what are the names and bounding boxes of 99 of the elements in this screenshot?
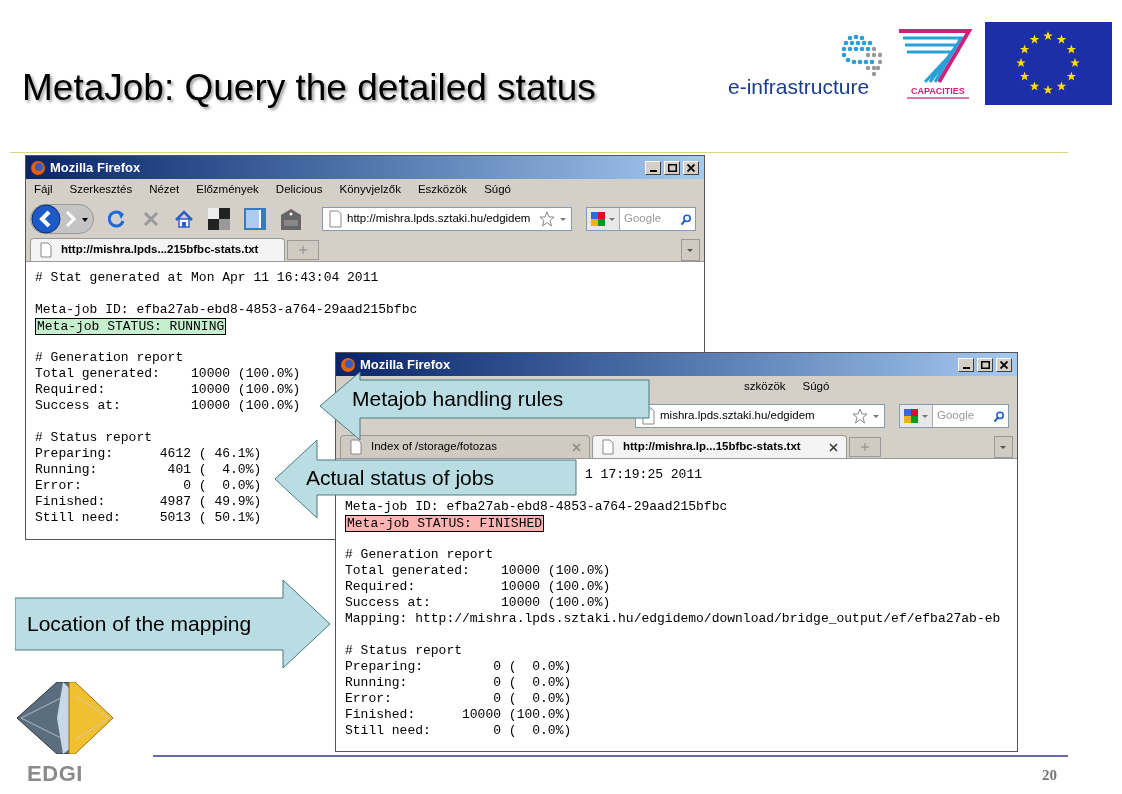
text-line: Required: 10000 (100.0%) bbox=[35, 382, 301, 397]
logo-text: EDGI bbox=[27, 760, 83, 788]
close-icon[interactable] bbox=[829, 442, 838, 452]
address-bar[interactable]: http://mishra.lpds.sztaki.hu/edgidem bbox=[322, 207, 572, 231]
callout-label: Location of the mapping bbox=[27, 611, 252, 638]
back-icon bbox=[31, 204, 61, 234]
maximize-button[interactable] bbox=[977, 357, 993, 372]
caret-icon[interactable] bbox=[872, 412, 880, 420]
text-line: # Generation report bbox=[345, 547, 494, 562]
search-input[interactable]: Google bbox=[937, 407, 989, 425]
text-line: Required: 10000 (100.0%) bbox=[345, 579, 611, 594]
text-line: Preparing: 4612 ( 46.1%) bbox=[35, 446, 262, 461]
caret-icon[interactable] bbox=[921, 412, 929, 420]
search-field[interactable]: Google bbox=[586, 207, 696, 231]
caret-icon[interactable] bbox=[608, 215, 616, 223]
search-field[interactable]: Google bbox=[899, 404, 1009, 428]
browser-tab[interactable]: http://mishra.lp...15bfbc-stats.txt bbox=[592, 435, 847, 458]
search-input[interactable]: Google bbox=[624, 210, 676, 228]
window-title: Mozilla Firefox bbox=[360, 355, 451, 374]
window-title: Mozilla Firefox bbox=[50, 158, 141, 177]
callout-label: Actual status of jobs bbox=[306, 464, 494, 491]
minimize-icon bbox=[962, 366, 970, 369]
text-line: Running: 0 ( 0.0%) bbox=[345, 675, 572, 690]
slide-title: MetaJob: Query the detailed status bbox=[22, 66, 596, 110]
text-line: Meta-job ID: efba27ab-ebd8-4853-a764-29aad215bfbc bbox=[345, 499, 728, 514]
tab-label: Index of /storage/fotozas bbox=[371, 439, 497, 455]
menu-item[interactable]: Nézet bbox=[149, 181, 180, 199]
url-text: http://mishra.lpds.sztaki.hu/edgidem bbox=[347, 211, 531, 227]
text-line: Finished: 4987 ( 49.9%) bbox=[35, 494, 262, 509]
search-icon[interactable] bbox=[680, 211, 691, 227]
menu-item[interactable]: Súgó bbox=[484, 181, 511, 199]
close-button[interactable] bbox=[996, 357, 1012, 372]
text-line: # Status report bbox=[35, 430, 153, 445]
minimize-icon bbox=[649, 169, 657, 172]
address-bar[interactable]: mishra.lpds.sztaki.hu/edgidem bbox=[635, 404, 885, 428]
maximize-icon bbox=[667, 163, 677, 172]
text-line: Still need: 0 ( 0.0%) bbox=[345, 723, 572, 738]
menu-item[interactable]: Delicious bbox=[275, 181, 323, 199]
text-line: # Generation report bbox=[35, 350, 184, 365]
close-icon bbox=[687, 163, 695, 172]
menu-item[interactable]: Előzmények bbox=[196, 181, 259, 199]
tab-label: http://mishra.lpds...215bfbc-stats.txt bbox=[61, 242, 259, 258]
close-button[interactable] bbox=[683, 160, 699, 175]
menu-item[interactable]: Fájl bbox=[34, 181, 53, 199]
text-line: Error: 0 ( 0.0%) bbox=[35, 478, 262, 493]
search-engine-icon[interactable] bbox=[903, 408, 919, 424]
callout-label: Metajob handling rules bbox=[352, 386, 564, 413]
text-line: Still need: 5013 ( 50.1%) bbox=[35, 510, 262, 525]
browser-logo-icon bbox=[30, 159, 46, 176]
page-number: 20 bbox=[1042, 766, 1057, 785]
navigation-button[interactable] bbox=[30, 204, 94, 234]
star-icon[interactable] bbox=[539, 211, 555, 227]
text-line: Success at: 10000 (100.0%) bbox=[345, 595, 611, 610]
text-line: # Stat generated at Mon Apr 11 16:43:04 2011 bbox=[35, 270, 379, 285]
menu-item[interactable]: Súgó bbox=[802, 378, 830, 396]
text-line: Total generated: 10000 (100.0%) bbox=[345, 563, 611, 578]
squares-icon[interactable] bbox=[208, 208, 230, 230]
page-icon bbox=[39, 242, 53, 258]
star-icon[interactable] bbox=[852, 408, 868, 424]
search-icon[interactable] bbox=[993, 408, 1004, 424]
text-line: Success at: 10000 (100.0%) bbox=[35, 398, 301, 413]
caret-icon[interactable] bbox=[559, 215, 567, 223]
menu-item[interactable]: Könyvjelzők bbox=[339, 181, 401, 199]
menu-item[interactable]: Eszközök bbox=[417, 181, 468, 199]
status-highlight: Meta-job STATUS: FINISHED bbox=[345, 515, 545, 532]
browser-tab[interactable]: Index of /storage/fotozas bbox=[340, 435, 590, 458]
tag-icon[interactable] bbox=[280, 207, 302, 231]
browser-tab[interactable]: http://mishra.lpds...215bfbc-stats.txt bbox=[30, 238, 285, 261]
close-icon bbox=[1000, 360, 1008, 369]
browser-logo-icon bbox=[340, 356, 356, 373]
text-line: Error: 0 ( 0.0%) bbox=[345, 691, 572, 706]
text-line: # Status report bbox=[345, 643, 463, 658]
diamond-logo-icon bbox=[17, 682, 113, 754]
minimize-button[interactable] bbox=[645, 160, 661, 175]
page-icon bbox=[327, 210, 343, 228]
logo-text: CAPACITIES bbox=[907, 86, 969, 100]
maximize-icon bbox=[980, 360, 990, 369]
dots-logo-icon bbox=[840, 34, 884, 78]
tab-label: http://mishra.lp...15bfbc-stats.txt bbox=[623, 439, 801, 455]
text-line: Finished: 10000 (100.0%) bbox=[345, 707, 572, 722]
page-icon bbox=[601, 439, 615, 455]
menu-item[interactable]: Szerkesztés bbox=[69, 181, 133, 199]
text-line: Total generated: 10000 (100.0%) bbox=[35, 366, 301, 381]
logo-text: e-infrastructure bbox=[728, 76, 870, 97]
text-line: Mapping: http://mishra.lpds.sztaki.hu/edgidemo/download/bridge_output/ef/efba27ab-eb bbox=[345, 611, 1001, 626]
text-line: Meta-job ID: efba27ab-ebd8-4853-a764-29aad215bfbc bbox=[35, 302, 418, 317]
text-line: Running: 401 ( 4.0%) bbox=[35, 462, 262, 477]
caret-icon bbox=[81, 215, 89, 223]
url-text: mishra.lpds.sztaki.hu/edgidem bbox=[660, 408, 815, 424]
home-icon[interactable] bbox=[174, 209, 194, 229]
page-icon bbox=[349, 439, 363, 455]
search-engine-icon[interactable] bbox=[590, 211, 606, 227]
status-highlight: Meta-job STATUS: RUNNING bbox=[35, 318, 227, 335]
menu-item[interactable]: szközök bbox=[744, 378, 786, 396]
text-line: 1 17:19:25 2011 bbox=[585, 467, 703, 482]
minimize-button[interactable] bbox=[958, 357, 974, 372]
flag-icon bbox=[985, 22, 1112, 105]
maximize-button[interactable] bbox=[664, 160, 680, 175]
text-line: Preparing: 0 ( 0.0%) bbox=[345, 659, 572, 674]
